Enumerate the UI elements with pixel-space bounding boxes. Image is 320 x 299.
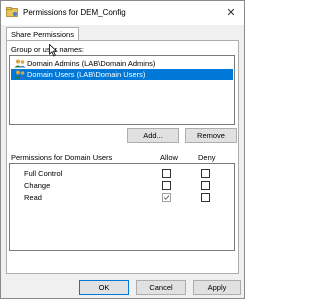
permission-name: Read bbox=[24, 193, 42, 202]
group-list-label: Group or user names: bbox=[11, 45, 84, 54]
deny-header: Deny bbox=[198, 153, 216, 162]
list-item-domain-users[interactable]: Domain Users (LAB\Domain Users) bbox=[11, 69, 233, 80]
cancel-button[interactable]: Cancel bbox=[136, 280, 186, 295]
deny-checkbox[interactable] bbox=[201, 193, 210, 202]
users-group-icon bbox=[14, 59, 26, 68]
permissions-table: Full Control Change Read bbox=[9, 163, 235, 251]
remove-button[interactable]: Remove bbox=[185, 128, 237, 143]
deny-checkbox[interactable] bbox=[201, 181, 210, 190]
allow-checkbox[interactable] bbox=[162, 193, 171, 202]
window-title: Permissions for DEM_Config bbox=[23, 8, 126, 17]
allow-checkbox[interactable] bbox=[162, 181, 171, 190]
list-item-label: Domain Admins (LAB\Domain Admins) bbox=[27, 59, 156, 68]
permission-name: Change bbox=[24, 181, 51, 190]
permissions-label: Permissions for Domain Users bbox=[11, 153, 113, 162]
add-button[interactable]: Add... bbox=[127, 128, 179, 143]
permission-row: Change bbox=[10, 180, 234, 191]
checkmark-icon bbox=[163, 195, 170, 201]
permissions-dialog: Permissions for DEM_Config ✕ Share Permi… bbox=[0, 0, 245, 299]
permission-row: Read bbox=[10, 192, 234, 203]
permission-name: Full Control bbox=[24, 169, 63, 178]
allow-checkbox[interactable] bbox=[162, 169, 171, 178]
permission-row: Full Control bbox=[10, 168, 234, 179]
title-bar: Permissions for DEM_Config ✕ bbox=[1, 1, 244, 25]
allow-header: Allow bbox=[160, 153, 178, 162]
mouse-cursor-icon bbox=[49, 44, 58, 57]
group-user-list[interactable]: Domain Admins (LAB\Domain Admins) Domain… bbox=[9, 55, 235, 125]
ok-button[interactable]: OK bbox=[79, 280, 129, 295]
close-button[interactable]: ✕ bbox=[224, 6, 238, 20]
apply-button[interactable]: Apply bbox=[193, 280, 241, 295]
folder-share-icon bbox=[6, 7, 18, 17]
users-group-icon bbox=[14, 70, 26, 79]
list-item-domain-admins[interactable]: Domain Admins (LAB\Domain Admins) bbox=[11, 58, 233, 69]
deny-checkbox[interactable] bbox=[201, 169, 210, 178]
tab-share-permissions[interactable]: Share Permissions bbox=[6, 27, 79, 41]
list-item-label: Domain Users (LAB\Domain Users) bbox=[27, 70, 146, 79]
